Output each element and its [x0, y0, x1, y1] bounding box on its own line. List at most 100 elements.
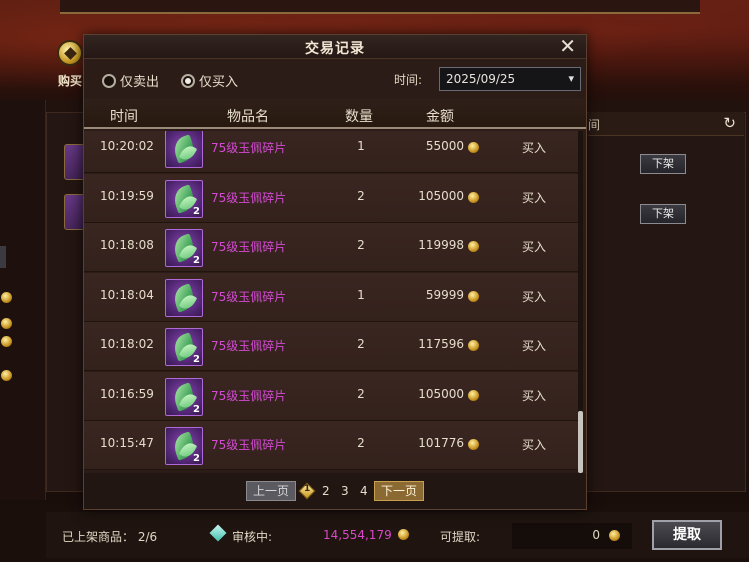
- listed-value: 2/6: [137, 530, 158, 544]
- buy-coin-icon: [57, 40, 83, 66]
- scrollbar[interactable]: [578, 131, 583, 473]
- prev-page-button[interactable]: 上一页: [246, 481, 296, 501]
- unlist-button[interactable]: 下架: [640, 154, 686, 174]
- date-value: 2025/09/25: [446, 72, 516, 86]
- coin-icon: [1, 336, 12, 347]
- trade-type: 买入: [522, 289, 547, 304]
- trade-amount: 119998: [418, 238, 464, 252]
- gold-coin-icon: [468, 340, 479, 351]
- trade-record-dialog: 交易记录 ✕ 仅卖出 仅买入 时间: 2025/09/25 ▾ 时间 物品名 数…: [83, 34, 587, 510]
- column-time: 时间: [110, 109, 138, 125]
- current-page-number: 1: [304, 484, 311, 494]
- trade-time: 10:18:04: [100, 287, 154, 302]
- dialog-title: 交易记录: [305, 41, 365, 57]
- filter-sell-only[interactable]: 仅卖出: [102, 71, 159, 90]
- listed-count: 已上架商品： 2/6: [62, 528, 157, 545]
- stack-count: 2: [193, 403, 200, 415]
- stack-count: 2: [193, 354, 200, 365]
- coin-icon: [1, 318, 12, 329]
- withdraw-button[interactable]: 提取: [652, 520, 722, 550]
- trade-amount: 101776: [418, 436, 464, 450]
- trade-amount: 105000: [418, 386, 464, 401]
- page-2-link[interactable]: 2: [322, 484, 330, 498]
- stack-count: 2: [193, 453, 200, 464]
- filter-buy-only-label: 仅买入: [199, 75, 239, 90]
- trade-type: 买入: [522, 190, 547, 205]
- side-tab[interactable]: [0, 246, 6, 268]
- listing-header: 间 ↻: [588, 112, 744, 136]
- coin-icon: [1, 292, 12, 303]
- item-name: 75级玉佩碎片: [211, 289, 287, 304]
- date-select[interactable]: 2025/09/25 ▾: [439, 67, 581, 91]
- gold-coin-icon: [468, 389, 479, 401]
- page-3-link[interactable]: 3: [341, 484, 349, 498]
- column-item: 物品名: [227, 109, 269, 125]
- trade-qty: 2: [357, 238, 365, 252]
- withdrawable-value: 0: [592, 528, 600, 542]
- trade-row: 10:18:08 2 75级玉佩碎片 2 119998 买入: [84, 223, 578, 272]
- gold-coin-icon: [468, 241, 479, 252]
- trade-row: 10:18:04 75级玉佩碎片 1 59999 买入: [84, 272, 578, 322]
- trade-type: 买入: [522, 240, 547, 254]
- unlist-button[interactable]: 下架: [640, 204, 686, 224]
- radio-off-icon: [102, 73, 116, 88]
- chevron-down-icon: ▾: [568, 72, 574, 85]
- jade-fragment-icon[interactable]: 2: [165, 229, 203, 267]
- table-header: 时间 物品名 数量 金额: [84, 99, 586, 129]
- filter-row: 仅卖出 仅买入 时间: 2025/09/25 ▾: [84, 60, 586, 98]
- gold-coin-icon: [468, 439, 479, 450]
- trade-time: 10:19:59: [100, 188, 154, 203]
- trade-list[interactable]: 10:20:02 75级玉佩碎片 1 55000 买入 10:19:59 2 75级玉佩碎片 2…: [84, 131, 578, 473]
- dialog-header: 交易记录 ✕: [84, 35, 586, 59]
- trade-amount: 105000: [418, 188, 464, 203]
- trade-row: 10:16:59 2 75级玉佩碎片 2 105000 买入: [84, 371, 578, 421]
- next-page-button[interactable]: 下一页: [374, 481, 424, 501]
- filter-buy-only[interactable]: 仅买入: [181, 71, 238, 90]
- gold-coin-icon: [468, 290, 479, 302]
- trade-qty: 1: [357, 287, 365, 302]
- radio-on-icon: [181, 73, 195, 88]
- trade-qty: 2: [357, 386, 365, 401]
- trade-time: 10:18:08: [100, 238, 154, 252]
- item-name: 75级玉佩碎片: [211, 141, 287, 155]
- jade-fragment-icon[interactable]: 2: [165, 377, 203, 416]
- trade-type: 买入: [522, 141, 547, 155]
- scrollbar-thumb[interactable]: [578, 411, 583, 473]
- close-icon[interactable]: ✕: [559, 35, 576, 57]
- column-qty: 数量: [345, 109, 373, 125]
- trade-qty: 2: [357, 436, 365, 450]
- page-4-link[interactable]: 4: [360, 484, 368, 498]
- trade-row: 10:18:02 2 75级玉佩碎片 2 117596 买入: [84, 322, 578, 371]
- withdraw-label: 可提取:: [440, 530, 481, 544]
- trade-qty: 2: [357, 337, 365, 351]
- trade-row: 10:15:47 2 75级玉佩碎片 2 101776 买入: [84, 421, 578, 470]
- trade-type: 买入: [522, 438, 547, 452]
- trade-amount: 117596: [418, 337, 464, 351]
- listed-label: 已上架商品：: [62, 530, 135, 544]
- time-label: 时间:: [394, 73, 423, 87]
- refresh-icon[interactable]: ↻: [723, 114, 736, 132]
- trade-qty: 1: [357, 139, 365, 153]
- trade-row: 10:20:02 75级玉佩碎片 1 55000 买入: [84, 131, 578, 173]
- gold-coin-icon: [468, 142, 479, 153]
- jade-fragment-icon[interactable]: [165, 131, 203, 168]
- pagination: 上一页 1 2 3 4 下一页: [84, 473, 586, 509]
- review-value: 14,554,179: [323, 528, 392, 542]
- trade-time: 10:16:59: [100, 386, 154, 401]
- trade-type: 买入: [522, 388, 547, 403]
- bottom-bar: 已上架商品： 2/6 审核中: 14,554,179 可提取: 0 提取: [46, 512, 749, 558]
- background-titlebar: [60, 0, 700, 14]
- item-name: 75级玉佩碎片: [211, 438, 287, 452]
- gold-coin-icon: [468, 191, 479, 203]
- jade-fragment-icon[interactable]: [165, 278, 203, 317]
- jade-fragment-icon[interactable]: 2: [165, 427, 203, 465]
- coin-icon: [609, 530, 620, 541]
- jade-fragment-icon[interactable]: 2: [165, 179, 203, 218]
- coin-icon: [1, 370, 12, 381]
- jade-fragment-icon[interactable]: 2: [165, 328, 203, 366]
- review-label: 审核中:: [232, 530, 273, 544]
- gem-icon: [209, 524, 227, 542]
- stack-count: 2: [193, 255, 200, 266]
- trade-row: 10:19:59 2 75级玉佩碎片 2 105000 买入: [84, 173, 578, 223]
- coin-icon: [398, 529, 409, 540]
